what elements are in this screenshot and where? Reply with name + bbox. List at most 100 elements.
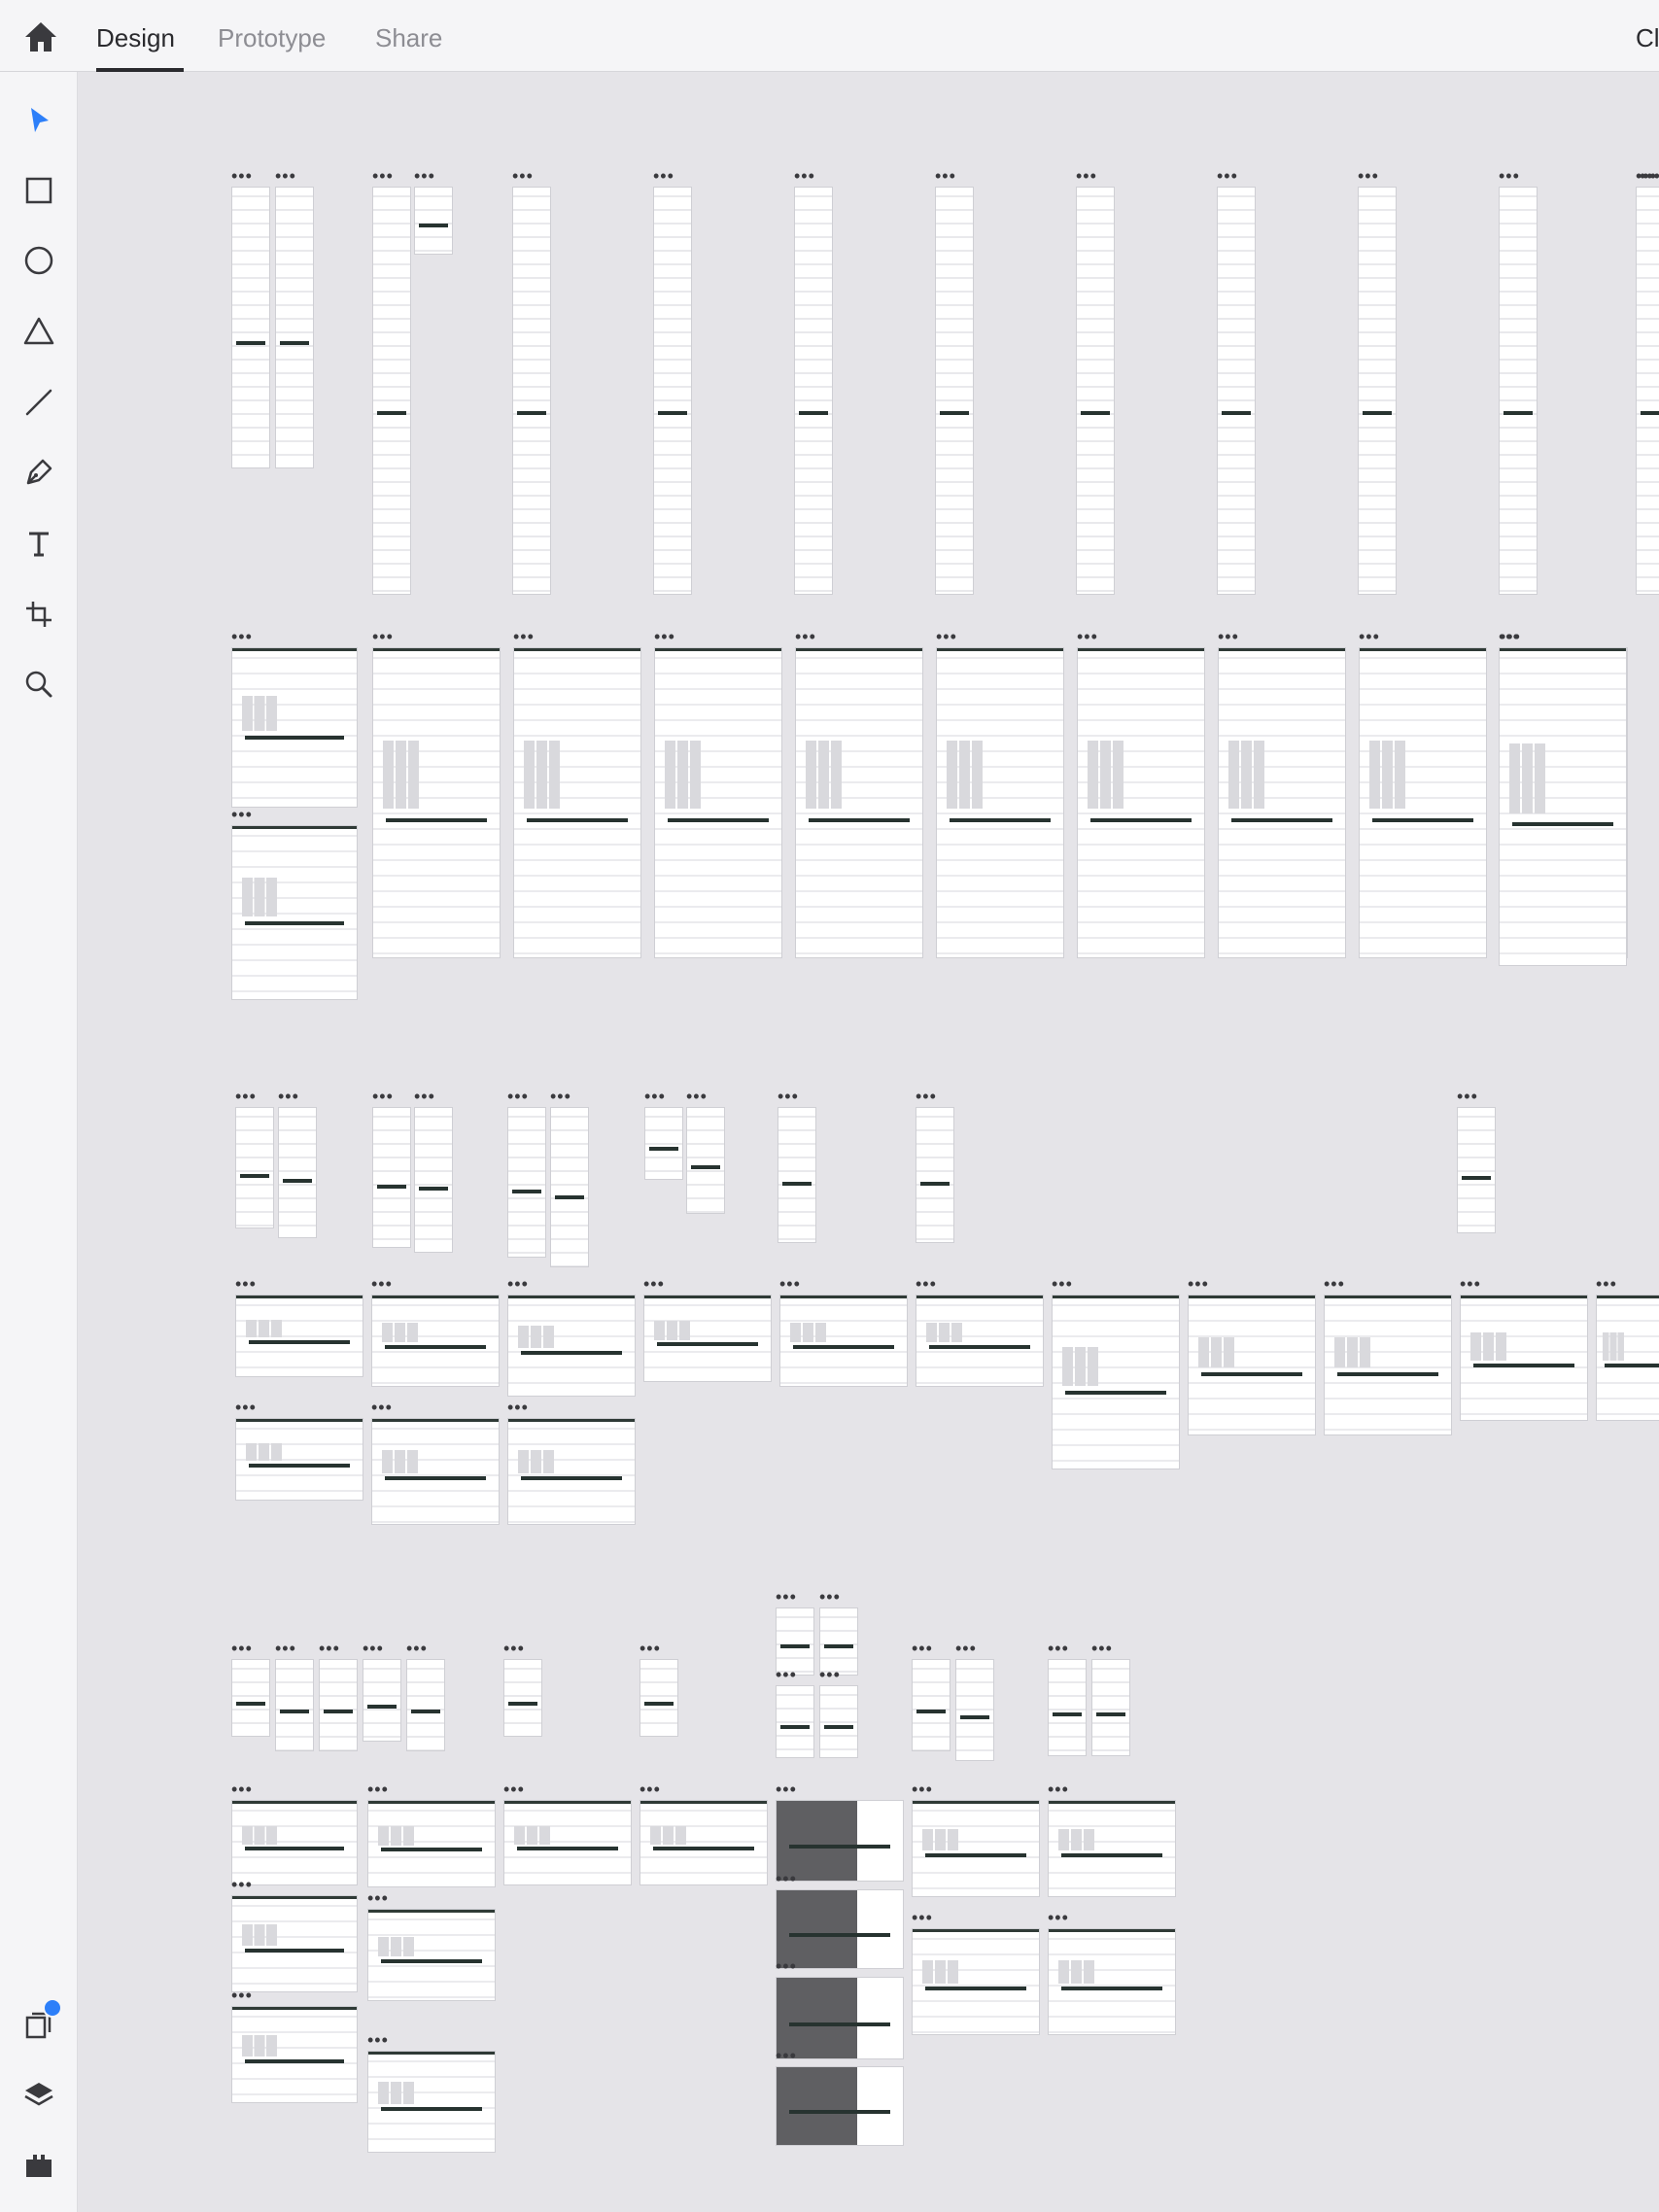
artboard-menu-dots[interactable]: ••• bbox=[1048, 1909, 1069, 1926]
artboard-menu-dots[interactable]: ••• bbox=[513, 628, 535, 645]
artboard-thumbnail[interactable] bbox=[507, 1418, 636, 1525]
tab-prototype[interactable]: Prototype bbox=[218, 23, 326, 53]
artboard-menu-dots[interactable]: ••• bbox=[235, 1275, 257, 1293]
artboard-thumbnail[interactable] bbox=[1596, 1295, 1659, 1421]
artboard-thumbnail[interactable] bbox=[235, 1418, 363, 1501]
artboard-menu-dots[interactable]: ••• bbox=[776, 2047, 797, 2064]
artboard-menu-dots[interactable]: ••• bbox=[235, 1088, 257, 1105]
artboard-thumbnail[interactable] bbox=[414, 1107, 453, 1253]
artboard-menu-dots[interactable]: ••• bbox=[819, 1588, 841, 1606]
artboard-thumbnail[interactable] bbox=[912, 1928, 1040, 2035]
artboard-thumbnail[interactable] bbox=[1359, 647, 1487, 958]
artboard-menu-dots[interactable]: ••• bbox=[654, 628, 675, 645]
artboard-menu-dots[interactable]: ••• bbox=[819, 1666, 841, 1683]
artboard-menu-dots[interactable]: ••• bbox=[1499, 628, 1520, 645]
artboard-menu-dots[interactable]: ••• bbox=[372, 167, 394, 185]
artboard-thumbnail[interactable] bbox=[363, 1659, 401, 1742]
artboard-menu-dots[interactable]: ••• bbox=[1052, 1275, 1073, 1293]
artboard-menu-dots[interactable]: ••• bbox=[1457, 1088, 1478, 1105]
artboard-thumbnail[interactable] bbox=[550, 1107, 589, 1267]
artboard-thumbnail[interactable] bbox=[372, 647, 501, 958]
artboard-menu-dots[interactable]: ••• bbox=[503, 1780, 525, 1798]
artboard-menu-dots[interactable]: ••• bbox=[371, 1275, 393, 1293]
artboard-menu-dots[interactable]: ••• bbox=[795, 628, 816, 645]
artboard-menu-dots[interactable]: ••• bbox=[1091, 1640, 1113, 1657]
artboard-menu-dots[interactable]: ••• bbox=[1048, 1780, 1069, 1798]
artboard-thumbnail[interactable] bbox=[686, 1107, 725, 1214]
artboard-thumbnail[interactable] bbox=[1358, 187, 1397, 595]
artboard-menu-dots[interactable]: ••• bbox=[778, 1088, 799, 1105]
artboard-menu-dots[interactable]: ••• bbox=[639, 1640, 661, 1657]
polygon-tool[interactable] bbox=[14, 306, 64, 357]
artboard-thumbnail[interactable] bbox=[367, 2051, 496, 2153]
artboard-thumbnail[interactable] bbox=[231, 2006, 358, 2103]
artboard-thumbnail[interactable] bbox=[1218, 647, 1346, 958]
artboard-tool[interactable] bbox=[14, 589, 64, 639]
artboard-thumbnail[interactable] bbox=[819, 1685, 858, 1758]
artboard-menu-dots[interactable]: ••• bbox=[1359, 628, 1380, 645]
artboard-menu-dots[interactable]: ••• bbox=[653, 167, 674, 185]
artboard-thumbnail[interactable] bbox=[507, 1107, 546, 1258]
tab-share[interactable]: Share bbox=[375, 23, 442, 53]
artboard-menu-dots[interactable]: ••• bbox=[503, 1640, 525, 1657]
artboard-thumbnail[interactable] bbox=[278, 1107, 317, 1238]
artboard-thumbnail[interactable] bbox=[503, 1659, 542, 1737]
artboard-thumbnail[interactable] bbox=[1188, 1295, 1316, 1435]
artboard-menu-dots[interactable]: ••• bbox=[776, 1870, 797, 1887]
artboard-menu-dots[interactable]: ••• bbox=[1324, 1275, 1345, 1293]
artboard-thumbnail[interactable] bbox=[776, 1685, 814, 1758]
artboard-thumbnail[interactable] bbox=[794, 187, 833, 595]
rectangle-tool[interactable] bbox=[14, 165, 64, 216]
artboard-menu-dots[interactable]: ••• bbox=[414, 1088, 435, 1105]
artboard-menu-dots[interactable]: ••• bbox=[794, 167, 815, 185]
artboard-thumbnail[interactable] bbox=[1324, 1295, 1452, 1435]
artboard-menu-dots[interactable]: ••• bbox=[319, 1640, 340, 1657]
artboard-thumbnail[interactable] bbox=[406, 1659, 445, 1751]
tab-design[interactable]: Design bbox=[96, 23, 175, 53]
artboard-thumbnail[interactable] bbox=[912, 1659, 950, 1751]
layers-panel-button[interactable] bbox=[14, 2070, 64, 2121]
artboard-menu-dots[interactable]: ••• bbox=[776, 1780, 797, 1798]
artboard-menu-dots[interactable]: ••• bbox=[372, 1088, 394, 1105]
artboard-menu-dots[interactable]: ••• bbox=[231, 1640, 253, 1657]
artboard-thumbnail[interactable] bbox=[414, 187, 453, 255]
artboard-menu-dots[interactable]: ••• bbox=[275, 167, 296, 185]
artboard-thumbnail[interactable] bbox=[935, 187, 974, 595]
artboard-menu-dots[interactable]: ••• bbox=[414, 167, 435, 185]
artboard-thumbnail[interactable] bbox=[1460, 1295, 1588, 1421]
artboard-thumbnail[interactable] bbox=[1048, 1928, 1176, 2035]
ellipse-tool[interactable] bbox=[14, 235, 64, 286]
artboard-thumbnail[interactable] bbox=[275, 1659, 314, 1751]
artboard-menu-dots[interactable]: ••• bbox=[367, 1889, 389, 1907]
artboard-menu-dots[interactable]: ••• bbox=[1499, 167, 1520, 185]
artboard-thumbnail[interactable] bbox=[367, 1800, 496, 1887]
artboard-menu-dots[interactable]: ••• bbox=[507, 1399, 529, 1416]
artboard-thumbnail[interactable] bbox=[644, 1107, 683, 1180]
pen-tool[interactable] bbox=[14, 447, 64, 498]
artboard-menu-dots[interactable]: ••• bbox=[1358, 167, 1379, 185]
artboard-thumbnail[interactable] bbox=[319, 1659, 358, 1751]
artboard-menu-dots[interactable]: ••• bbox=[367, 1780, 389, 1798]
artboard-thumbnail[interactable] bbox=[371, 1418, 500, 1525]
artboard-menu-dots[interactable]: ••• bbox=[512, 167, 534, 185]
artboard-thumbnail[interactable] bbox=[1091, 1659, 1130, 1756]
artboard-menu-dots[interactable]: ••• bbox=[639, 1780, 661, 1798]
artboard-thumbnail[interactable] bbox=[779, 1295, 908, 1387]
artboard-menu-dots[interactable]: ••• bbox=[1636, 167, 1657, 185]
artboard-thumbnail[interactable] bbox=[235, 1107, 274, 1228]
artboard-menu-dots[interactable]: ••• bbox=[779, 1275, 801, 1293]
artboard-thumbnail[interactable] bbox=[1052, 1295, 1180, 1469]
artboard-menu-dots[interactable]: ••• bbox=[406, 1640, 428, 1657]
artboard-thumbnail[interactable] bbox=[231, 1800, 358, 1885]
artboard-menu-dots[interactable]: ••• bbox=[776, 1666, 797, 1683]
artboard-thumbnail[interactable] bbox=[654, 647, 782, 958]
zoom-tool[interactable] bbox=[14, 659, 64, 709]
artboard-menu-dots[interactable]: ••• bbox=[507, 1088, 529, 1105]
artboard-menu-dots[interactable]: ••• bbox=[643, 1275, 665, 1293]
artboard-menu-dots[interactable]: ••• bbox=[231, 806, 253, 823]
artboard-menu-dots[interactable]: ••• bbox=[1076, 167, 1097, 185]
artboard-menu-dots[interactable]: ••• bbox=[916, 1088, 937, 1105]
artboard-menu-dots[interactable]: ••• bbox=[776, 1588, 797, 1606]
artboard-menu-dots[interactable]: ••• bbox=[231, 628, 253, 645]
artboard-menu-dots[interactable]: ••• bbox=[231, 1987, 253, 2004]
